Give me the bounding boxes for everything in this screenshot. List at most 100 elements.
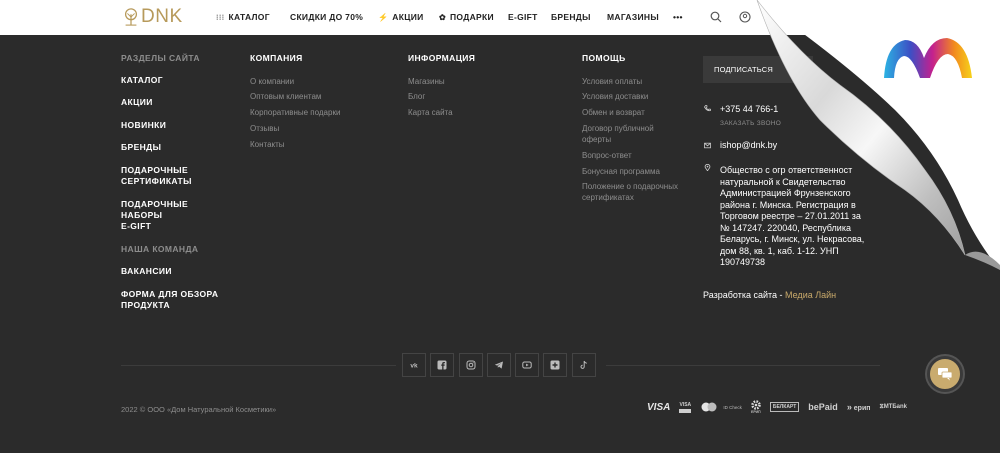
- footer-link-about[interactable]: О компании: [250, 76, 360, 87]
- footer-team-title: НАША КОМАНДА: [121, 244, 199, 254]
- erip-pay-logo: » ерип: [847, 402, 871, 412]
- footer-link-delivery[interactable]: Условия доставки: [582, 91, 692, 102]
- tiktok-icon[interactable]: [571, 353, 596, 377]
- nav-label: E-GIFT: [508, 12, 538, 22]
- footer-link-faq[interactable]: Вопрос-ответ: [582, 150, 692, 161]
- footer-link-bonus[interactable]: Бонусная программа: [582, 166, 692, 177]
- visa-secure-text: VISA: [679, 401, 692, 408]
- nav-label: ПОДАРКИ: [450, 12, 494, 22]
- info-column: ИНФОРМАЦИЯ Магазины Блог Карта сайта: [408, 53, 476, 117]
- sections-title: РАЗДЕЛЫ САЙТА: [121, 53, 200, 63]
- help-title: ПОМОЩЬ: [582, 53, 626, 63]
- search-icon[interactable]: [710, 11, 722, 23]
- tree-logo-icon: [124, 8, 138, 26]
- payment-methods: VISA VISA mastercard ID Check ЕРИП БЕЛКА…: [647, 400, 916, 414]
- nav-label: КАТАЛОГ: [228, 12, 270, 22]
- footer-link-gift-sets[interactable]: ПОДАРОЧНЫЕ НАБОРЫ: [121, 199, 231, 221]
- footer-link-egift[interactable]: E-GIFT: [121, 221, 231, 232]
- chat-button[interactable]: [927, 356, 963, 392]
- phone-icon: [704, 105, 711, 112]
- sections-column: РАЗДЕЛЫ САЙТА КАТАЛОГ АКЦИИ НОВИНКИ БРЕН…: [121, 53, 218, 310]
- youtube-icon[interactable]: [515, 353, 540, 377]
- mastercard-id-check: ID Check: [723, 404, 742, 410]
- company-title: КОМПАНИЯ: [250, 53, 303, 63]
- more-icon: •••: [673, 12, 683, 22]
- phone-number[interactable]: +375 44 766-1: [720, 104, 778, 116]
- m-brand-logo: [884, 38, 972, 78]
- logo-text: DNK: [141, 6, 183, 27]
- lightning-icon: ⚡: [378, 12, 389, 22]
- footer-link-offer[interactable]: Договор публичной оферты: [582, 123, 672, 145]
- copyright: 2022 © ООО «Дом Натуральной Косметики»: [121, 405, 277, 414]
- erip-logo: ЕРИП: [751, 400, 761, 414]
- chat-icon: [938, 368, 953, 381]
- facebook-icon[interactable]: [430, 353, 455, 377]
- footer-link-wholesale[interactable]: Оптовым клиентам: [250, 91, 360, 102]
- svg-text:vk: vk: [410, 363, 418, 370]
- mtbank-logo: ⧖МТБank: [879, 404, 907, 411]
- footer-link-review-form[interactable]: ФОРМА ДЛЯ ОБЗОРА ПРОДУКТА: [121, 289, 226, 311]
- footer-link-catalog[interactable]: КАТАЛОГ: [121, 75, 231, 86]
- vk-icon[interactable]: vk: [402, 353, 426, 377]
- developer-credit: Разработка сайта - Медиа Лайн: [703, 290, 836, 300]
- social-links: vk: [402, 353, 600, 377]
- info-title: ИНФОРМАЦИЯ: [408, 53, 476, 63]
- nav-sale[interactable]: СКИДКИ ДО 70%: [290, 12, 363, 22]
- nav-label: МАГАЗИНЫ: [607, 12, 659, 22]
- footer-link-brands[interactable]: БРЕНДЫ: [121, 142, 231, 153]
- bepaid-logo: bePaid: [808, 402, 838, 412]
- plus-icon[interactable]: [543, 353, 568, 377]
- flower-icon: ✿: [439, 12, 447, 22]
- footer-link-new[interactable]: НОВИНКИ: [121, 120, 231, 131]
- location-icon: [704, 164, 711, 171]
- mastercard-logo: mastercard: [701, 402, 717, 412]
- belkart-logo: БЕЛКАРТ: [769, 402, 800, 412]
- footer-link-returns[interactable]: Обмен и возврат: [582, 107, 692, 118]
- telegram-icon[interactable]: [486, 353, 511, 377]
- callback-link[interactable]: ЗАКАЗАТЬ ЗВОНО: [720, 120, 781, 127]
- company-column: КОМПАНИЯ О компании Оптовым клиентам Кор…: [250, 53, 340, 149]
- logo[interactable]: DNK: [122, 6, 183, 27]
- footer-link-blog[interactable]: Блог: [408, 91, 518, 102]
- nav-label: СКИДКИ ДО 70%: [290, 12, 364, 22]
- footer-link-reviews[interactable]: Отзывы: [250, 123, 360, 134]
- erip-logo-text: ЕРИП: [751, 410, 761, 414]
- email-icon: [704, 142, 711, 149]
- footer-link-contacts[interactable]: Контакты: [250, 139, 360, 150]
- subscribe-button[interactable]: ПОДПИСАТЬСЯ: [703, 56, 813, 83]
- email-link[interactable]: ishop@dnk.by: [720, 140, 777, 152]
- visa-logo: VISA: [647, 401, 671, 413]
- footer-link-stores[interactable]: Магазины: [408, 76, 518, 87]
- nav-gifts[interactable]: ✿ ПОДАРКИ: [439, 12, 494, 22]
- company-address: Общество с огр ответственност натурально…: [720, 165, 865, 267]
- nav-brands[interactable]: БРЕНДЫ: [551, 12, 591, 22]
- erip-arrows-icon: »: [846, 402, 852, 412]
- nav-label: АКЦИИ: [392, 12, 424, 22]
- footer-link-vacancies[interactable]: ВАКАНСИИ: [121, 266, 231, 277]
- footer-link-promo[interactable]: АКЦИИ: [121, 97, 231, 108]
- grid-icon: ⁝⁝⁝: [216, 12, 225, 22]
- developer-link[interactable]: Медиа Лайн: [785, 290, 836, 300]
- divider-right: [606, 365, 880, 366]
- nav-more[interactable]: •••: [673, 12, 683, 22]
- developer-label: Разработка сайта -: [703, 290, 786, 300]
- footer-link-gift-cards[interactable]: ПОДАРОЧНЫЕ СЕРТИФИКАТЫ: [121, 165, 211, 187]
- divider-left: [121, 365, 396, 366]
- footer-link-corporate[interactable]: Корпоративные подарки: [250, 107, 380, 118]
- user-icon[interactable]: [739, 11, 751, 23]
- nav-stores[interactable]: МАГАЗИНЫ: [607, 12, 659, 22]
- nav-promo[interactable]: ⚡ АКЦИИ: [378, 12, 424, 22]
- mtbank-text: МТБank: [883, 403, 908, 410]
- visa-secure-bar: [679, 408, 692, 413]
- instagram-icon[interactable]: [458, 353, 483, 377]
- nav-egift[interactable]: E-GIFT: [508, 12, 538, 22]
- footer-link-payment[interactable]: Условия оплаты: [582, 76, 692, 87]
- erip-pay-text: ерип: [853, 405, 871, 412]
- help-column: ПОМОЩЬ Условия оплаты Условия доставки О…: [582, 53, 678, 202]
- nav-catalog[interactable]: ⁝⁝⁝ КАТАЛОГ: [216, 12, 270, 22]
- footer-link-gift-rules[interactable]: Положение о подарочных сертификатах: [582, 181, 687, 203]
- site-header: DNK ⁝⁝⁝ КАТАЛОГ СКИДКИ ДО 70% ⚡ АКЦИИ ✿ …: [0, 0, 1000, 35]
- footer-link-sitemap[interactable]: Карта сайта: [408, 107, 518, 118]
- erip-gear-icon: [751, 400, 761, 410]
- visa-secure-logo: VISA: [679, 401, 692, 413]
